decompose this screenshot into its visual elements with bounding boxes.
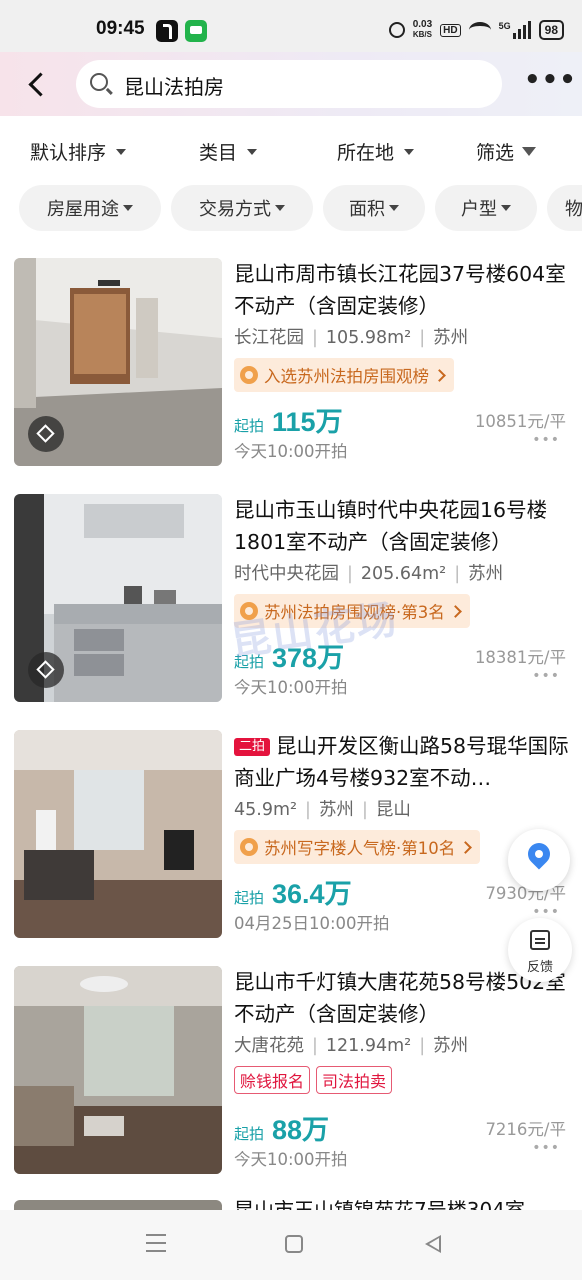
chevron-right-icon bbox=[459, 840, 473, 854]
net-speed: 0.03 KB/S bbox=[412, 19, 433, 40]
filter-chips: 房屋用途 交易方式 面积 户型 物 bbox=[0, 185, 582, 233]
listing-photo[interactable] bbox=[14, 494, 222, 702]
badge-deposit: 赊钱报名 bbox=[234, 1066, 311, 1094]
sort-bar: 默认排序 类目 所在地 筛选 bbox=[0, 116, 582, 184]
chip-layout[interactable]: 户型 bbox=[435, 185, 537, 231]
home-icon[interactable] bbox=[285, 1235, 303, 1253]
start-time: 04月25日10:00开拍 bbox=[234, 914, 390, 933]
rank-badge[interactable]: 入选苏州法拍房围观榜 bbox=[234, 358, 454, 392]
listing-photo[interactable] bbox=[14, 966, 222, 1174]
wifi-icon bbox=[468, 22, 491, 38]
chip-more[interactable]: 物 bbox=[547, 185, 582, 231]
caret-down-icon bbox=[116, 148, 127, 155]
chevron-right-icon bbox=[433, 368, 446, 382]
start-time: 今天10:00开拍 bbox=[234, 678, 348, 697]
unit-price: 10851元/平 bbox=[474, 412, 566, 431]
listing-item[interactable]: 昆山市千灯镇大唐花苑58号楼502室不动产（含固定装修） 大唐花苑 | 121.94… bbox=[0, 966, 582, 1182]
search-query[interactable]: 昆山法拍房 bbox=[124, 71, 224, 100]
map-button[interactable] bbox=[508, 829, 570, 891]
recent-apps-icon[interactable] bbox=[146, 1234, 166, 1252]
alarm-icon bbox=[388, 22, 405, 38]
listing-badges: 赊钱报名 司法拍卖 bbox=[234, 1066, 393, 1094]
sort-filter[interactable]: 筛选 bbox=[476, 138, 537, 165]
caret-down-icon bbox=[247, 148, 258, 155]
listing-photo[interactable] bbox=[14, 730, 222, 938]
vr-tour-icon[interactable] bbox=[28, 652, 64, 688]
listing-title[interactable]: 二拍 昆山开发区衡山路58号琨华国际商业广场4号楼932室不动… bbox=[234, 730, 570, 794]
message-app-icon bbox=[185, 20, 207, 42]
badge-judicial: 司法拍卖 bbox=[316, 1066, 393, 1094]
more-menu-icon[interactable]: ••• bbox=[524, 67, 576, 96]
sort-default[interactable]: 默认排序 bbox=[30, 138, 127, 165]
hd-icon: HD bbox=[440, 23, 461, 37]
price-row: 起拍 36.4万 bbox=[234, 872, 352, 911]
feedback-button[interactable]: 反馈 bbox=[508, 918, 572, 982]
unit-price: 18381元/平 bbox=[474, 648, 566, 667]
sort-location[interactable]: 所在地 bbox=[337, 138, 415, 165]
vr-tour-icon[interactable] bbox=[28, 416, 64, 452]
listing-photo[interactable] bbox=[14, 1200, 222, 1210]
listing-meta: 45.9m² | 苏州 | 昆山 bbox=[234, 800, 411, 820]
feedback-label: 反馈 bbox=[526, 960, 553, 975]
chip-trade-type[interactable]: 交易方式 bbox=[171, 185, 313, 231]
start-time: 今天10:00开拍 bbox=[234, 1150, 348, 1169]
start-price: 88万 bbox=[272, 1115, 330, 1145]
listing-item[interactable]: 昆山市周市镇长江花园37号楼604室不动产（含固定装修） 长江花园 | 105.98… bbox=[0, 258, 582, 474]
status-time: 09:45 bbox=[96, 18, 145, 39]
more-dots-icon[interactable]: ••• bbox=[532, 905, 560, 919]
listing-photo[interactable] bbox=[14, 258, 222, 466]
feedback-icon bbox=[530, 930, 550, 950]
battery-icon: 98 bbox=[538, 20, 564, 40]
listing-meta: 长江花园 | 105.98m² | 苏州 bbox=[234, 328, 469, 348]
search-input[interactable]: 昆山法拍房 bbox=[76, 60, 502, 108]
more-dots-icon[interactable]: ••• bbox=[532, 1141, 560, 1155]
chip-area[interactable]: 面积 bbox=[323, 185, 425, 231]
search-icon bbox=[90, 73, 108, 91]
sort-category[interactable]: 类目 bbox=[199, 138, 258, 165]
back-triangle-icon[interactable] bbox=[425, 1235, 441, 1253]
listing-meta: 大唐花苑 | 121.94m² | 苏州 bbox=[234, 1036, 469, 1056]
listing-title[interactable]: 昆山市玉山镇锦苑花7号楼304室 bbox=[234, 1200, 525, 1210]
listing-title[interactable]: 昆山市周市镇长江花园37号楼604室不动产（含固定装修） bbox=[234, 258, 570, 322]
medal-icon bbox=[240, 838, 258, 856]
start-time: 今天10:00开拍 bbox=[234, 442, 348, 461]
filter-icon bbox=[522, 147, 537, 156]
listing-meta: 时代中央花园 | 205.64m² | 苏州 bbox=[234, 564, 504, 584]
unit-price: 7216元/平 bbox=[485, 1120, 566, 1139]
location-pin-icon bbox=[523, 838, 555, 870]
status-icons: 0.03 KB/S HD 5G 98 bbox=[388, 18, 564, 42]
more-dots-icon[interactable]: ••• bbox=[532, 433, 560, 447]
caret-down-icon bbox=[123, 205, 133, 211]
office-room-photo bbox=[14, 730, 222, 938]
listing-item-partial[interactable]: 昆山市玉山镇锦苑花7号楼304室 bbox=[0, 1200, 582, 1210]
rank-badge[interactable]: 苏州写字楼人气榜·第10名 bbox=[234, 830, 481, 864]
signal-icon: 5G bbox=[499, 21, 531, 39]
caret-down-icon bbox=[501, 205, 511, 211]
living-room-photo-2 bbox=[14, 966, 222, 1174]
start-price: 36.4万 bbox=[272, 879, 352, 909]
listing-item[interactable]: 二拍 昆山开发区衡山路58号琨华国际商业广场4号楼932室不动… 45.9m² | 苏… bbox=[0, 730, 582, 946]
start-price: 115万 bbox=[272, 407, 343, 437]
back-arrow-icon[interactable] bbox=[20, 66, 56, 102]
price-row: 起拍 88万 bbox=[234, 1108, 329, 1147]
status-bar: 09:45 0.03 KB/S HD 5G 98 bbox=[0, 0, 582, 52]
chip-house-usage[interactable]: 房屋用途 bbox=[19, 185, 161, 231]
caret-down-icon bbox=[404, 148, 415, 155]
caret-down-icon bbox=[275, 205, 285, 211]
listing-title[interactable]: 昆山市玉山镇时代中央花园16号楼1801室不动产（含固定装修） bbox=[234, 494, 570, 558]
second-auction-tag: 二拍 bbox=[234, 738, 271, 756]
chevron-right-icon bbox=[448, 604, 462, 618]
tiktok-app-icon bbox=[156, 20, 178, 42]
more-dots-icon[interactable]: ••• bbox=[532, 669, 560, 683]
medal-icon bbox=[240, 366, 258, 384]
caret-down-icon bbox=[389, 205, 399, 211]
price-row: 起拍 115万 bbox=[234, 400, 343, 439]
search-header: 昆山法拍房 ••• bbox=[0, 52, 582, 116]
system-nav-bar bbox=[0, 1210, 582, 1280]
listing-title[interactable]: 昆山市千灯镇大唐花苑58号楼502室不动产（含固定装修） bbox=[234, 966, 570, 1030]
